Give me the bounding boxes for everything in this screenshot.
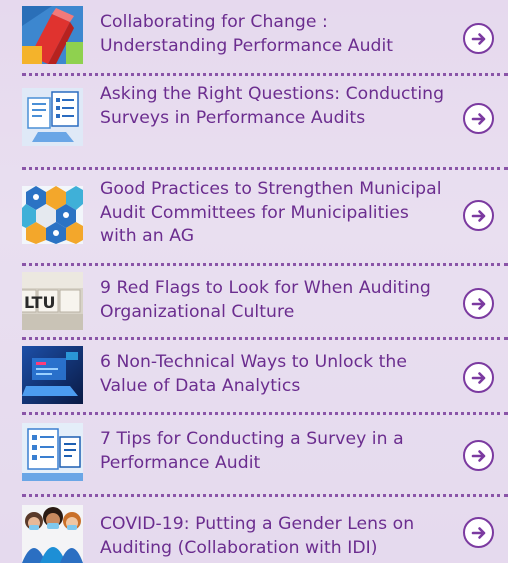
list-item: Asking the Right Questions: Conducting S… bbox=[0, 76, 508, 160]
list-item: Good Practices to Strengthen Municipal A… bbox=[0, 170, 508, 260]
item-title[interactable]: Collaborating for Change : Understanding… bbox=[100, 11, 450, 58]
item-arrow-button[interactable] bbox=[463, 440, 494, 471]
item-title[interactable]: COVID-19: Putting a Gender Lens on Audit… bbox=[100, 513, 450, 560]
item-title[interactable]: 7 Tips for Conducting a Survey in a Perf… bbox=[100, 428, 450, 475]
survey-thumbnail-icon[interactable] bbox=[22, 88, 83, 146]
item-arrow-button[interactable] bbox=[463, 23, 494, 54]
list-item: Collaborating for Change : Understanding… bbox=[0, 0, 508, 72]
data-laptop-thumbnail-icon[interactable] bbox=[22, 346, 83, 404]
survey-forms-thumbnail-icon[interactable] bbox=[22, 423, 83, 481]
arrow-right-icon bbox=[471, 526, 485, 539]
arrow-right-icon bbox=[471, 209, 485, 222]
arrow-right-icon bbox=[471, 449, 485, 462]
arrow-right-icon bbox=[471, 112, 485, 125]
tile-letters: LTU bbox=[24, 293, 55, 312]
list-item: 7 Tips for Conducting a Survey in a Perf… bbox=[0, 415, 508, 493]
item-title[interactable]: 6 Non-Technical Ways to Unlock the Value… bbox=[100, 351, 450, 398]
list-item: LTU 9 Red Flags to Look for When Auditin… bbox=[0, 266, 508, 336]
item-arrow-button[interactable] bbox=[463, 200, 494, 231]
hexagon-people-thumbnail-icon[interactable] bbox=[22, 186, 83, 244]
list-item: COVID-19: Putting a Gender Lens on Audit… bbox=[0, 497, 508, 563]
item-title[interactable]: Good Practices to Strengthen Municipal A… bbox=[100, 178, 450, 249]
arrow-right-icon bbox=[471, 32, 485, 45]
item-arrow-button[interactable] bbox=[463, 362, 494, 393]
item-arrow-button[interactable] bbox=[463, 288, 494, 319]
item-arrow-button[interactable] bbox=[463, 517, 494, 548]
books-thumbnail-icon[interactable] bbox=[22, 6, 83, 64]
item-arrow-button[interactable] bbox=[463, 103, 494, 134]
masked-women-thumbnail-icon[interactable] bbox=[22, 505, 83, 563]
list-item: 6 Non-Technical Ways to Unlock the Value… bbox=[0, 340, 508, 410]
arrow-right-icon bbox=[471, 297, 485, 310]
publication-list: Collaborating for Change : Understanding… bbox=[0, 0, 508, 563]
item-title[interactable]: 9 Red Flags to Look for When Auditing Or… bbox=[100, 277, 450, 324]
item-title[interactable]: Asking the Right Questions: Conducting S… bbox=[100, 83, 450, 130]
letter-tiles-thumbnail-icon[interactable]: LTU bbox=[22, 272, 83, 330]
arrow-right-icon bbox=[471, 371, 485, 384]
